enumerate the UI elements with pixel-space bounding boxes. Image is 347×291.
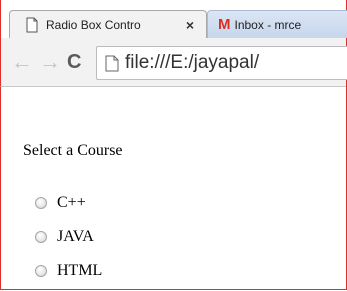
close-icon[interactable]: × [182, 17, 198, 33]
tab-title: Inbox - mrce [234, 17, 302, 32]
option-cpp[interactable]: C++ [35, 194, 86, 212]
option-html[interactable]: HTML [35, 262, 102, 280]
back-arrow-icon[interactable]: ← [11, 51, 33, 73]
gmail-icon: M [218, 16, 231, 33]
radio-button-java[interactable] [35, 231, 47, 243]
page-content: Select a Course C++ JAVA HTML [1, 87, 345, 291]
option-java[interactable]: JAVA [35, 228, 94, 246]
tab-inbox[interactable]: M Inbox - mrce [207, 10, 347, 38]
url-text: file:///E:/jayapal/ [125, 52, 260, 73]
page-icon [105, 55, 119, 71]
page-icon [26, 17, 38, 32]
option-label: JAVA [57, 228, 94, 245]
radio-button-html[interactable] [35, 265, 47, 277]
tab-title: Radio Box Contro [46, 17, 141, 32]
course-prompt: Select a Course [23, 142, 123, 159]
tab-radio-box-control[interactable]: Radio Box Contro × [9, 10, 207, 38]
radio-button-cpp[interactable] [35, 197, 47, 209]
browser-toolbar: ← → C file:///E:/jayapal/ [0, 38, 347, 87]
forward-arrow-icon[interactable]: → [39, 51, 61, 73]
reload-icon[interactable]: C [67, 52, 81, 72]
tab-strip: Radio Box Contro × M Inbox - mrce [0, 0, 347, 38]
option-label: C++ [57, 194, 86, 211]
option-label: HTML [57, 262, 103, 279]
address-bar[interactable]: file:///E:/jayapal/ [96, 46, 347, 80]
